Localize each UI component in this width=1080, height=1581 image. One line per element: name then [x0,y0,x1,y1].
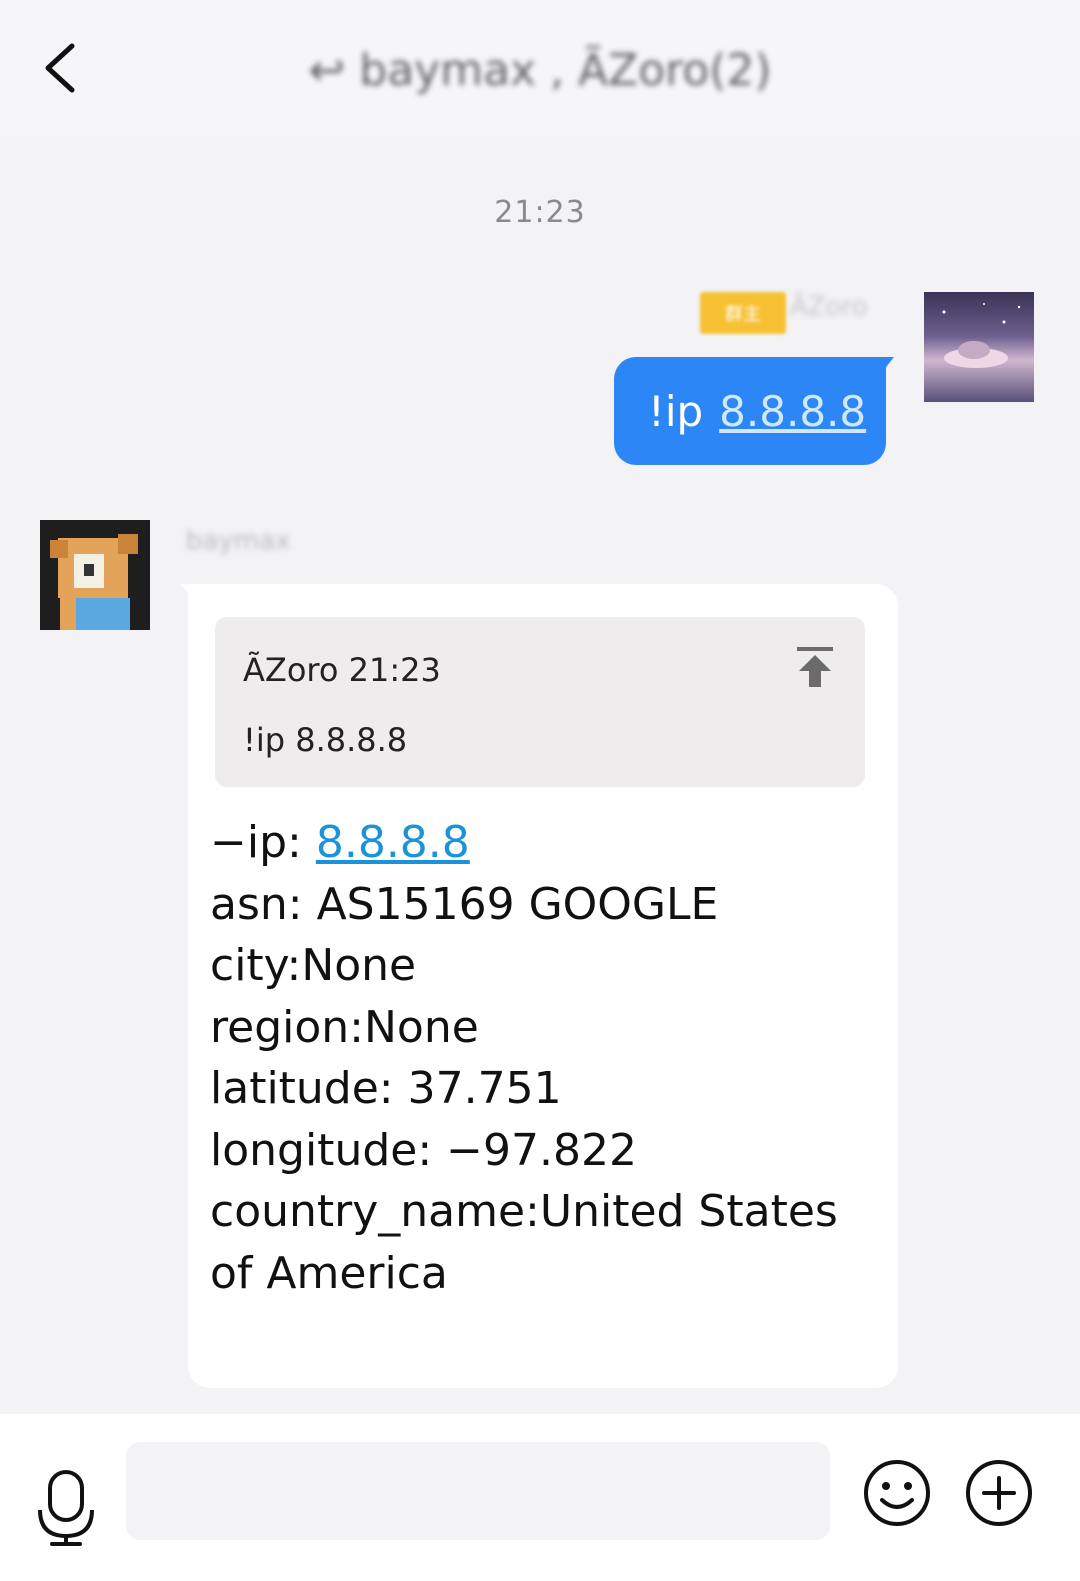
top-bar: ↩ baymax , ÃZoro(2) [0,0,1080,136]
group-owner-badge: 群主 [700,292,786,334]
ip-link[interactable]: 8.8.8.8 [316,817,470,868]
received-message-bubble[interactable]: ÃZoro 21:23 !ip 8.8.8.8 −ip: 8.8.8.8 asn… [180,584,898,1388]
bot-avatar[interactable] [40,520,150,630]
jump-to-top-icon[interactable] [793,643,837,691]
country-line: country_name:United States of America [210,1186,838,1299]
message-timestamp: 21:23 [494,195,586,230]
asn-line: asn: AS15169 GOOGLE [210,878,719,930]
sent-message-command: !ip [648,386,704,436]
quote-text: !ip 8.8.8.8 [243,721,408,759]
region-line: region:None [210,1001,479,1053]
reply-body: −ip: 8.8.8.8 asn: AS15169 GOOGLE city:No… [210,812,880,1304]
sent-message-bubble[interactable]: !ip 8.8.8.8 [614,357,894,465]
chat-title: ↩ baymax , ÃZoro(2) [308,44,772,96]
message-input[interactable] [126,1442,830,1540]
city-line: city:None [210,940,417,991]
ip-label: −ip: [210,817,316,868]
smiley-icon[interactable] [862,1458,932,1528]
my-avatar[interactable] [924,292,1034,402]
quoted-message[interactable]: ÃZoro 21:23 !ip 8.8.8.8 [215,617,865,787]
longitude-line: longitude: −97.822 [210,1124,637,1176]
quote-meta: ÃZoro 21:23 [243,651,441,689]
sender-name: ÃZoro [790,292,868,322]
plus-circle-icon[interactable] [964,1458,1034,1528]
ip-line: −ip: 8.8.8.8 [210,812,880,874]
ip-link[interactable]: 8.8.8.8 [719,387,866,436]
microphone-icon[interactable] [34,1468,98,1548]
sender-name: baymax [186,526,291,556]
latitude-line: latitude: 37.751 [210,1063,562,1114]
input-bar [0,1414,1080,1581]
back-icon[interactable] [30,36,94,100]
